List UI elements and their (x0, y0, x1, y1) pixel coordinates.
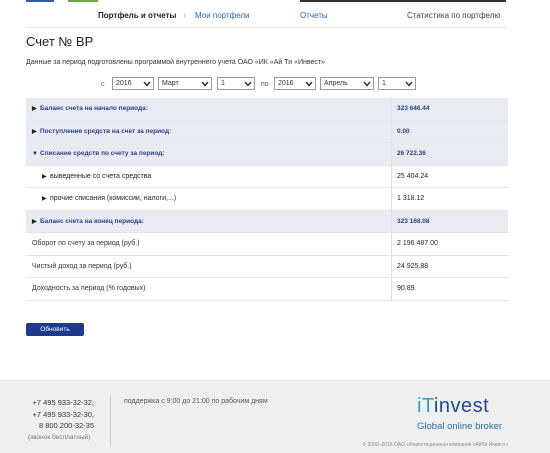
logo-wordmark: iTinvest (417, 395, 490, 417)
to-day-select[interactable]: 1 (378, 77, 416, 90)
row-value: 1 318.12 (397, 195, 425, 202)
table-row-incoming-funds[interactable]: ▶ Поступление средств на счет за период: … (26, 120, 508, 143)
top-color-strip (0, 0, 550, 3)
to-month-value: Апрель (324, 80, 348, 87)
table-row-outgoing-funds[interactable]: ▼ Списание средств по счету за период: 26… (26, 143, 508, 166)
row-value: 0.00 (397, 127, 410, 135)
triangle-right-icon: ▶ (42, 196, 47, 202)
table-row-closing-balance[interactable]: ▶ Баланс счета на конец периода: 323 168.… (26, 210, 508, 233)
row-value: 24 925.88 (397, 262, 429, 270)
row-label: выведенные со счета средства (50, 172, 152, 180)
nav-my-portfolios-link[interactable]: Мои портфели (195, 11, 250, 20)
chevron-down-icon (199, 79, 210, 89)
row-label: Списание средств по счету за период: (40, 150, 165, 157)
table-row-yield: Доходность за период (% годовых) 90.89 (26, 278, 508, 301)
to-month-select[interactable]: Апрель (320, 77, 374, 90)
to-year-value: 2016 (278, 80, 294, 87)
to-label: по (261, 81, 269, 88)
chevron-down-icon (242, 79, 253, 89)
row-label: Оборот по счету за период (руб.) (32, 240, 140, 247)
account-summary-table: ▶ Баланс счета на начало периода: 323 646… (26, 98, 508, 301)
triangle-right-icon: ▶ (32, 128, 37, 135)
row-value: 323 646.44 (397, 105, 430, 112)
chevron-down-icon (303, 79, 314, 89)
row-label: прочие списания (комиссии, налоги,...) (50, 195, 177, 202)
nav-portfolio-reports[interactable]: Портфель и отчеты (98, 11, 176, 20)
to-day-value: 1 (382, 80, 386, 87)
triangle-down-icon: ▼ (32, 151, 38, 157)
column-divider (391, 98, 392, 120)
column-divider (391, 210, 392, 232)
nav-divider (26, 27, 506, 28)
strip-dark-segment (300, 0, 506, 2)
logo-tagline: Global online broker (417, 421, 503, 432)
free-call-note: (звонок бесплатный) (28, 434, 91, 441)
strip-green-segment (68, 0, 98, 2)
chevron-down-icon (141, 79, 152, 89)
row-value: 25 404.24 (397, 172, 429, 180)
row-label: Чистый доход за период (руб.) (32, 262, 132, 270)
column-divider (391, 255, 392, 277)
intro-text: Данные за период подготовлены программой… (26, 59, 325, 66)
row-value: 323 168.08 (397, 217, 430, 225)
table-row-opening-balance[interactable]: ▶ Баланс счета на начало периода: 323 646… (26, 98, 508, 121)
chevron-down-icon (361, 79, 372, 89)
period-filter: с 2016 Март 1 по 2016 Апрель 1 (0, 77, 550, 93)
row-label: Доходность за период (% годовых) (32, 285, 146, 292)
phone-list: +7 495 933-32-32, +7 495 933-32-30, 8 80… (28, 397, 94, 432)
to-year-select[interactable]: 2016 (274, 77, 316, 90)
phone-number[interactable]: 8 800 200-32-35 (28, 420, 94, 432)
triangle-right-icon: ▶ (32, 106, 37, 112)
page-footer: +7 495 933-32-32, +7 495 933-32-30, 8 80… (0, 380, 550, 453)
column-divider (391, 165, 392, 187)
row-label: Поступление средств на счет за период: (40, 127, 172, 135)
table-row-other-charges[interactable]: ▶ прочие списания (комиссии, налоги,...) … (26, 188, 508, 211)
row-value: 90.89 (397, 285, 415, 292)
column-divider (391, 143, 392, 165)
from-label: с (101, 81, 105, 88)
from-day-select[interactable]: 1 (217, 77, 255, 90)
from-month-select[interactable]: Март (158, 77, 212, 90)
from-year-select[interactable]: 2016 (112, 77, 154, 90)
column-divider (391, 120, 392, 142)
table-row-turnover: Оборот по счету за период (руб.) 2 196 4… (26, 233, 508, 256)
phone-number[interactable]: +7 495 933-32-32, (28, 397, 94, 409)
itinvest-logo[interactable]: iTinvest Global online broker (417, 395, 513, 435)
page-title: Счет № BP (26, 34, 94, 49)
row-value: 26 722.36 (397, 150, 426, 157)
chevron-down-icon (403, 79, 414, 89)
column-divider (391, 278, 392, 300)
from-month-value: Март (162, 80, 179, 87)
sub-navigation: Портфель и отчеты › Мои портфели Отчеты … (0, 10, 550, 26)
from-day-value: 1 (221, 80, 225, 87)
nav-reports-link[interactable]: Отчеты (300, 11, 328, 20)
from-year-value: 2016 (116, 80, 132, 87)
footer-divider (110, 395, 111, 447)
triangle-right-icon: ▶ (42, 173, 47, 180)
phone-number[interactable]: +7 495 933-32-30, (28, 409, 94, 421)
table-row-net-income: Чистый доход за период (руб.) 24 925.88 (26, 255, 508, 278)
strip-blue-segment (26, 0, 54, 2)
column-divider (391, 188, 392, 210)
nav-portfolio-stats-link[interactable]: Статистика по портфелю (407, 11, 500, 20)
support-hours: поддержка с 9:00 до 21:00 по рабочим дня… (124, 398, 268, 405)
chevron-right-icon: › (183, 10, 186, 20)
row-label: Баланс счета на начало периода: (40, 105, 148, 112)
row-label: Баланс счета на конец периода: (40, 217, 144, 225)
triangle-right-icon: ▶ (32, 218, 37, 225)
refresh-button[interactable]: Обновить (26, 323, 84, 336)
table-row-withdrawn-funds[interactable]: ▶ выведенные со счета средства 25 404.24 (26, 165, 508, 188)
row-value: 2 196 487.00 (397, 240, 438, 247)
column-divider (391, 233, 392, 255)
copyright: © 2000–2016 ОАО «Инвестиционная компания… (362, 442, 508, 448)
